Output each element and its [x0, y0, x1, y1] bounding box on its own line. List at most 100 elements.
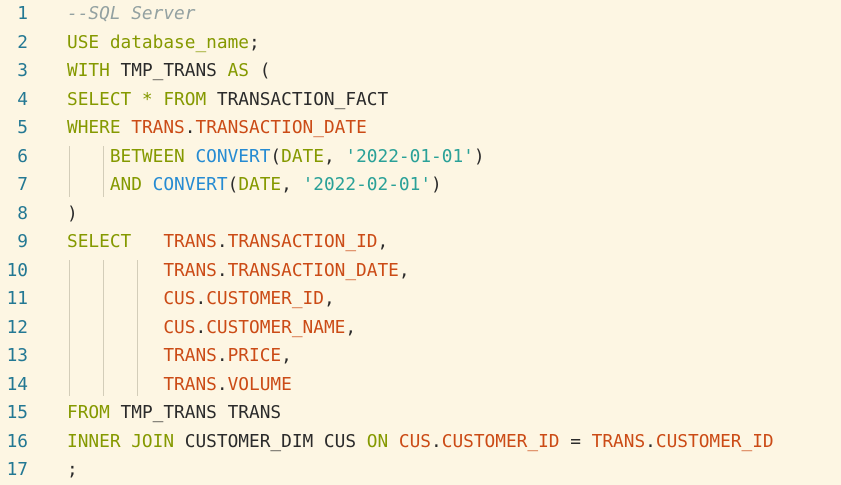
code-token: .	[216, 259, 228, 281]
code-token: '2022-02-01'	[302, 174, 432, 195]
line-number: 7	[17, 174, 28, 195]
code-token: DATE	[238, 174, 282, 195]
code-token: .	[216, 231, 228, 252]
code-token: TMP_TRANS	[109, 60, 228, 81]
code-token: TRANS	[120, 117, 185, 138]
code-token: (	[227, 174, 239, 195]
code-token: TMP_TRANS TRANS	[109, 402, 282, 423]
code-line[interactable]: 17;	[0, 456, 841, 485]
code-token: CUS	[388, 430, 432, 452]
line-number: 6	[17, 145, 28, 167]
code-line[interactable]: 13 TRANS.PRICE,	[0, 342, 841, 371]
code-token: ,	[323, 288, 335, 309]
code-token: =	[559, 430, 592, 452]
code-token: USE database_name	[67, 31, 249, 53]
code-token: .	[216, 373, 228, 395]
code-token: TRANS	[67, 373, 217, 395]
code-token: AS	[227, 60, 250, 81]
code-token: CUSTOMER_ID	[655, 430, 774, 452]
code-text: WHERE TRANS.TRANSACTION_DATE	[67, 114, 367, 143]
line-number: 14	[6, 373, 28, 395]
code-token: ;	[249, 31, 260, 53]
code-token: .	[195, 288, 207, 309]
code-line[interactable]: 10 TRANS.TRANSACTION_DATE,	[0, 257, 841, 286]
code-text: TRANS.PRICE,	[67, 342, 292, 371]
code-line[interactable]: 15 FROM TMP_TRANS TRANS	[0, 399, 841, 428]
code-token: TRANS	[591, 430, 646, 452]
line-number: 3	[17, 60, 28, 81]
code-line[interactable]: 5 WHERE TRANS.TRANSACTION_DATE	[0, 114, 841, 143]
line-number: 15	[6, 402, 28, 423]
code-token: TRANS	[67, 345, 217, 366]
code-text: USE database_name;	[67, 29, 260, 58]
code-token: CUS	[67, 288, 196, 309]
code-token: .	[431, 430, 442, 452]
code-token: WITH	[67, 60, 110, 81]
code-line[interactable]: 14 TRANS.VOLUME	[0, 371, 841, 400]
code-token: TRANS	[131, 231, 217, 252]
code-text: INNER JOIN CUSTOMER_DIM CUS ON CUS.CUSTO…	[67, 428, 774, 457]
code-text: SELECT * FROM TRANSACTION_FACT	[67, 86, 388, 115]
code-token: (	[270, 145, 282, 167]
code-text: CUS.CUSTOMER_ID,	[67, 285, 335, 314]
code-token: .	[216, 345, 228, 366]
code-line[interactable]: 7 AND CONVERT(DATE, '2022-02-01')	[0, 171, 841, 200]
code-token: ,	[398, 259, 410, 281]
code-token: (	[249, 60, 271, 81]
code-line[interactable]: 8)	[0, 200, 841, 229]
code-text: ;	[67, 456, 78, 485]
code-text: )	[67, 200, 78, 229]
code-token: BETWEEN	[67, 145, 185, 167]
indent-guide	[68, 259, 70, 396]
code-token: CUSTOMER_ID	[441, 430, 560, 452]
code-token: ;	[67, 459, 78, 480]
code-token: ,	[323, 145, 346, 167]
code-token: CUSTOMER_DIM CUS	[174, 430, 367, 452]
code-token: ,	[377, 231, 389, 252]
line-number: 1	[17, 3, 28, 24]
code-text: SELECT TRANS.TRANSACTION_ID,	[67, 228, 388, 257]
line-number: 13	[6, 345, 28, 366]
code-line[interactable]: 16 INNER JOIN CUSTOMER_DIM CUS ON CUS.CUS…	[0, 428, 841, 457]
code-token: .	[195, 316, 207, 338]
code-text: --SQL Server	[67, 0, 195, 29]
code-line[interactable]: 4 SELECT * FROM TRANSACTION_FACT	[0, 86, 841, 115]
code-token: TRANSACTION_DATE	[227, 259, 399, 281]
line-number: 9	[17, 231, 28, 252]
code-token: CUSTOMER_NAME	[206, 316, 346, 338]
line-number: 5	[17, 117, 28, 138]
code-token: TRANSACTION_DATE	[195, 117, 367, 138]
code-token: )	[473, 145, 485, 167]
code-token: FROM	[67, 402, 110, 423]
code-text: TRANS.TRANSACTION_DATE,	[67, 257, 410, 286]
code-line[interactable]: 12 CUS.CUSTOMER_NAME,	[0, 314, 841, 343]
code-text: BETWEEN CONVERT(DATE, '2022-01-01')	[67, 143, 485, 172]
code-token: PRICE	[227, 345, 282, 366]
code-line[interactable]: 3 WITH TMP_TRANS AS (	[0, 57, 841, 86]
code-token: .	[184, 117, 196, 138]
code-line[interactable]: 9 SELECT TRANS.TRANSACTION_ID,	[0, 228, 841, 257]
line-number: 17	[6, 459, 28, 480]
indent-guide	[68, 145, 70, 197]
code-token: CUSTOMER_ID	[206, 288, 324, 309]
code-line[interactable]: 2 USE database_name;	[0, 29, 841, 58]
code-token: ,	[345, 316, 357, 338]
indent-guide	[102, 145, 104, 197]
code-line[interactable]: 6 BETWEEN CONVERT(DATE, '2022-01-01')	[0, 143, 841, 172]
code-token: .	[645, 430, 656, 452]
code-line[interactable]: 11 CUS.CUSTOMER_ID,	[0, 285, 841, 314]
code-token: TRANSACTION_ID	[227, 231, 378, 252]
code-token: --SQL Server	[67, 3, 196, 24]
code-editor[interactable]: 1 --SQL Server 2 USE database_name; 3 WITH TM…	[0, 0, 841, 485]
code-token: CONVERT	[141, 174, 228, 195]
code-text: FROM TMP_TRANS TRANS	[67, 399, 281, 428]
code-token: TRANSACTION_FACT	[206, 88, 389, 110]
line-number: 8	[17, 202, 28, 224]
code-token: ,	[281, 174, 303, 195]
code-line[interactable]: 1 --SQL Server	[0, 0, 841, 29]
line-number: 11	[6, 288, 28, 309]
code-token: ,	[281, 345, 292, 366]
line-number: 2	[17, 31, 28, 53]
line-number: 4	[17, 88, 28, 110]
code-token: DATE	[281, 145, 324, 167]
